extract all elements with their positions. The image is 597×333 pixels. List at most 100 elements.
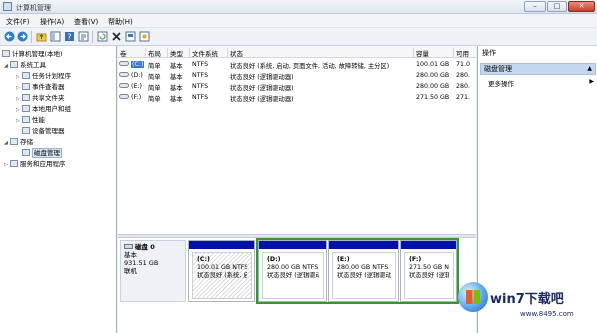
navigation-tree: 计算机管理(本地) ◢ 系统工具 ▷ 任务计划程序 ▷ 事件查看器 ▷ 共享文件夹 ▷ 本… bbox=[0, 46, 117, 333]
drive-icon bbox=[119, 61, 129, 66]
table-row[interactable]: (D:) 简单 基本 NTFS 状态良好 (逻辑驱动器) 280.00 GB 2… bbox=[118, 70, 476, 81]
back-arrow-icon[interactable] bbox=[4, 31, 15, 42]
volume-list-header: 卷 布局 类型 文件系统 状态 容量 可用 bbox=[118, 46, 476, 58]
menu-help[interactable]: 帮助(H) bbox=[108, 17, 133, 27]
toolbar-separator bbox=[92, 31, 93, 43]
column-header-status[interactable]: 状态 bbox=[228, 48, 414, 57]
partition-name: (F:) bbox=[409, 256, 422, 263]
collapse-arrow-icon[interactable]: ▲ bbox=[587, 64, 592, 74]
volume-status: 状态良好 (逻辑驱动器) bbox=[230, 74, 294, 81]
tree-item-local-users[interactable]: ▷ 本地用户和组 bbox=[16, 104, 71, 114]
watermark: win7下载吧 www.8495.com bbox=[440, 270, 597, 333]
partition-size: 280.00 GB NTFS bbox=[337, 264, 389, 271]
volume-capacity: 271.50 GB bbox=[416, 94, 450, 101]
volume-status: 状态良好 (逻辑驱动器) bbox=[230, 96, 294, 103]
partition-size: 100.01 GB NTFS bbox=[197, 264, 247, 271]
partition-bar bbox=[259, 241, 326, 249]
show-tree-icon[interactable] bbox=[50, 31, 61, 42]
volume-name: (D:) bbox=[131, 72, 143, 79]
properties-icon[interactable] bbox=[78, 31, 89, 42]
toolbar-separator bbox=[31, 31, 32, 43]
forward-arrow-icon[interactable] bbox=[17, 31, 28, 42]
more-actions-item[interactable]: 更多操作 ▶ bbox=[488, 78, 594, 88]
shared-folder-icon bbox=[22, 94, 30, 101]
column-header-volume[interactable]: 卷 bbox=[118, 48, 146, 57]
windows-logo-icon bbox=[458, 282, 488, 312]
menu-view[interactable]: 查看(V) bbox=[74, 17, 98, 27]
actions-section-disk-management[interactable]: 磁盘管理 ▲ bbox=[480, 63, 596, 75]
disk-name: 磁盘 0 bbox=[135, 243, 155, 251]
partition-status: 状态良好 (逻辑驱动 bbox=[267, 272, 319, 279]
up-folder-icon[interactable] bbox=[36, 31, 47, 42]
partition-d[interactable]: (D:) 280.00 GB NTFS 状态良好 (逻辑驱动 bbox=[258, 240, 327, 302]
storage-icon bbox=[10, 138, 18, 145]
menu-bar: 文件(F) 操作(A) 查看(V) 帮助(H) bbox=[0, 14, 597, 28]
help-icon[interactable]: ? bbox=[64, 31, 75, 42]
menu-action[interactable]: 操作(A) bbox=[40, 17, 64, 27]
tree-item-storage[interactable]: ◢ 存储 bbox=[4, 137, 33, 147]
volume-name: (C:) bbox=[131, 61, 145, 68]
minimize-button[interactable]: – bbox=[524, 1, 546, 12]
volume-layout: 简单 bbox=[148, 85, 161, 92]
table-row[interactable]: (E:) 简单 基本 NTFS 状态良好 (逻辑驱动器) 280.00 GB 2… bbox=[118, 81, 476, 92]
maximize-button[interactable]: □ bbox=[547, 1, 567, 12]
partition-e[interactable]: (E:) 280.00 GB NTFS 状态良好 (逻辑驱动 bbox=[328, 240, 399, 302]
column-header-layout[interactable]: 布局 bbox=[146, 48, 168, 57]
volume-layout: 简单 bbox=[148, 74, 161, 81]
menu-file[interactable]: 文件(F) bbox=[6, 17, 30, 27]
column-header-type[interactable]: 类型 bbox=[168, 48, 190, 57]
settings-icon[interactable] bbox=[139, 31, 150, 42]
refresh-icon[interactable] bbox=[97, 31, 108, 42]
tree-item-shared-folders[interactable]: ▷ 共享文件夹 bbox=[16, 93, 65, 103]
partition-body: (E:) 280.00 GB NTFS 状态良好 (逻辑驱动 bbox=[332, 252, 396, 299]
volume-free: 280. bbox=[456, 83, 471, 90]
services-icon bbox=[10, 160, 18, 167]
tree-item-system-tools[interactable]: ◢ 系统工具 bbox=[4, 60, 46, 70]
disk-icon bbox=[124, 244, 133, 249]
volume-free: 271. bbox=[456, 94, 471, 101]
column-header-filesystem[interactable]: 文件系统 bbox=[190, 48, 228, 57]
tree-item-device-manager[interactable]: 设备管理器 bbox=[22, 126, 65, 136]
volume-capacity: 100.01 GB bbox=[416, 61, 450, 68]
computer-icon bbox=[2, 50, 10, 57]
volume-type: 基本 bbox=[170, 85, 183, 92]
table-row[interactable]: (F:) 简单 基本 NTFS 状态良好 (逻辑驱动器) 271.50 GB 2… bbox=[118, 92, 476, 103]
tree-item-event-viewer[interactable]: ▷ 事件查看器 bbox=[16, 82, 65, 92]
partition-bar bbox=[329, 241, 398, 249]
volume-status: 状态良好 (系统, 启动, 页面文件, 活动, 故障转储, 主分区) bbox=[230, 63, 390, 70]
drive-icon bbox=[119, 94, 129, 99]
partition-body: (C:) 100.01 GB NTFS 状态良好 (系统, 启 bbox=[192, 252, 252, 299]
partition-status: 状态良好 (逻辑驱动 bbox=[337, 272, 391, 279]
volume-free: 71.0 bbox=[456, 61, 471, 68]
disk-info-panel[interactable]: 磁盘 0 基本 931.51 GB 联机 bbox=[120, 240, 186, 302]
partition-size: 280.00 GB NTFS bbox=[267, 264, 319, 271]
drive-icon bbox=[119, 72, 129, 77]
submenu-arrow-icon: ▶ bbox=[589, 78, 594, 85]
volume-filesystem: NTFS bbox=[192, 83, 209, 90]
disk-type: 基本 bbox=[124, 251, 137, 259]
volume-type: 基本 bbox=[170, 74, 183, 81]
volume-type: 基本 bbox=[170, 63, 183, 70]
connect-icon[interactable] bbox=[125, 31, 136, 42]
disk-size: 931.51 GB bbox=[124, 259, 159, 267]
column-header-capacity[interactable]: 容量 bbox=[414, 48, 454, 57]
partition-c[interactable]: (C:) 100.01 GB NTFS 状态良好 (系统, 启 bbox=[188, 240, 255, 302]
disk-management-icon bbox=[22, 149, 30, 156]
window-title: 计算机管理 bbox=[16, 4, 51, 12]
tree-item-disk-management[interactable]: 磁盘管理 bbox=[22, 148, 62, 158]
table-row[interactable]: (C:) 简单 基本 NTFS 状态良好 (系统, 启动, 页面文件, 活动, … bbox=[118, 59, 476, 70]
tree-item-task-scheduler[interactable]: ▷ 任务计划程序 bbox=[16, 71, 71, 81]
clock-icon bbox=[22, 72, 30, 79]
tree-item-performance[interactable]: ▷ 性能 bbox=[16, 115, 45, 125]
disk-graphical-view: 磁盘 0 基本 931.51 GB 联机 (C:) 100.01 GB NTFS… bbox=[118, 238, 476, 333]
volume-filesystem: NTFS bbox=[192, 94, 209, 101]
close-button[interactable]: ✕ bbox=[568, 1, 595, 12]
volume-layout: 简单 bbox=[148, 96, 161, 103]
delete-icon[interactable] bbox=[111, 31, 122, 42]
drive-icon bbox=[119, 83, 129, 88]
column-header-free[interactable]: 可用 bbox=[454, 48, 476, 57]
tree-item-services-apps[interactable]: ▷ 服务和应用程序 bbox=[4, 159, 66, 169]
watermark-url: www.8495.com bbox=[520, 310, 574, 318]
tree-item-root[interactable]: 计算机管理(本地) bbox=[2, 49, 63, 59]
volume-layout: 简单 bbox=[148, 63, 161, 70]
